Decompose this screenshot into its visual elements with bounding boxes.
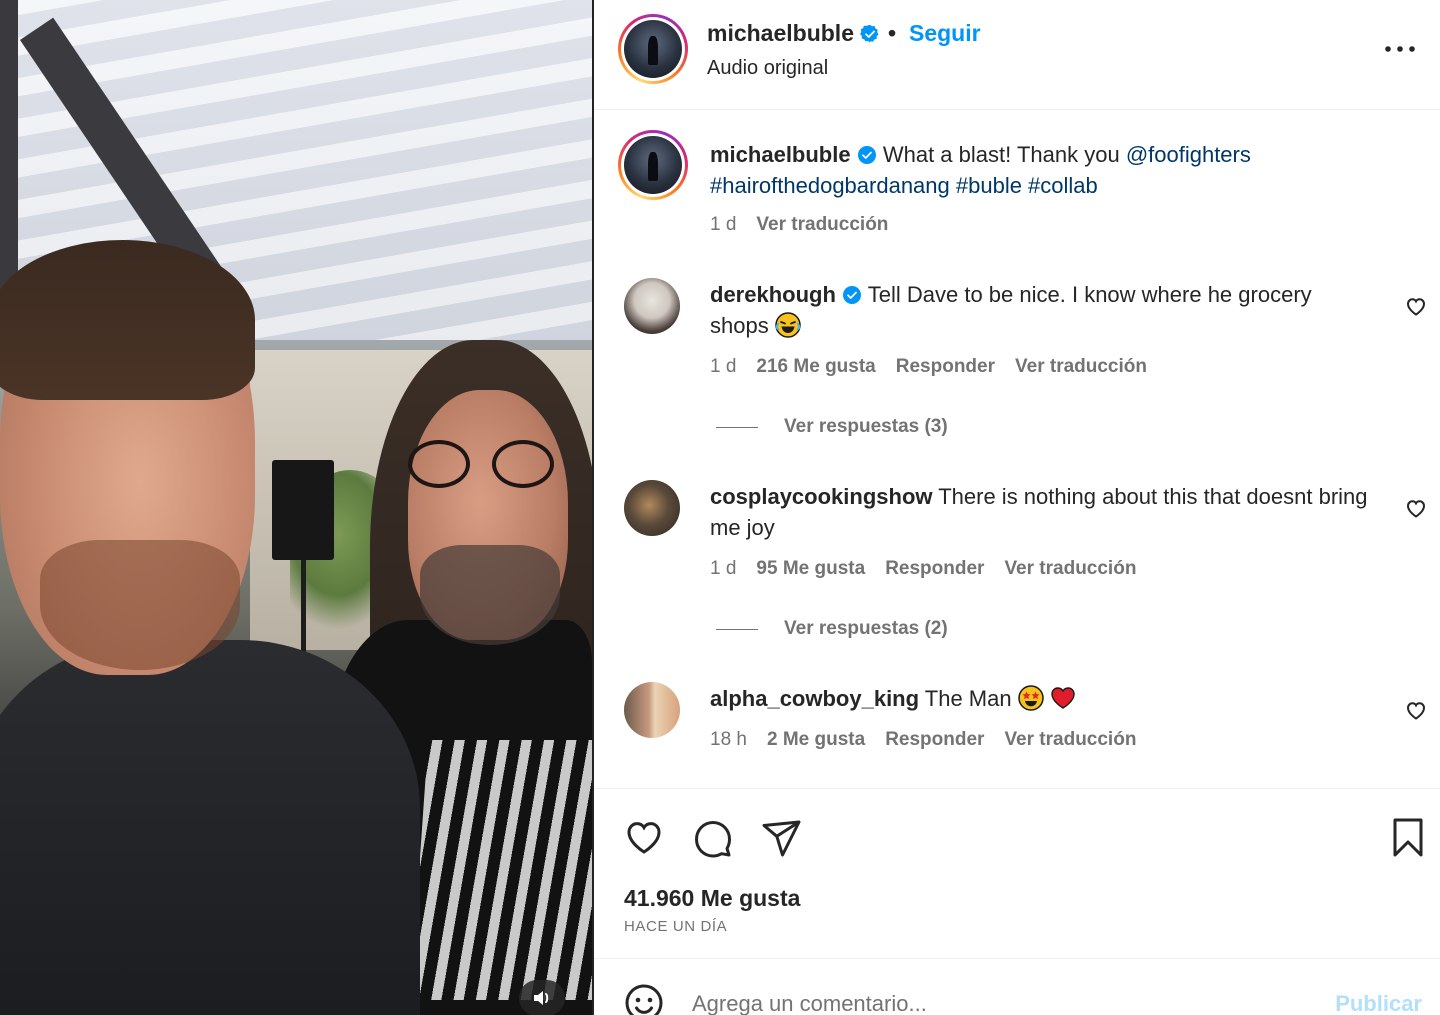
post-actions: 41.960 Me gusta HACE UN DÍA — [594, 788, 1440, 958]
audio-label[interactable]: Audio original — [707, 57, 828, 80]
verified-badge-icon — [860, 24, 879, 43]
caption-translate-link[interactable]: Ver traducción — [756, 214, 888, 236]
view-replies-button[interactable]: Ver respuestas (2) — [716, 618, 948, 640]
comment-reply-link[interactable]: Responder — [885, 729, 984, 751]
post-video[interactable] — [0, 0, 592, 1015]
comments-list[interactable]: michaelbuble What a blast! Thank you @fo… — [594, 110, 1440, 788]
audio-toggle-button[interactable] — [519, 980, 565, 1015]
comment-meta: 1 d 95 Me gusta Responder Ver traducción — [710, 558, 1136, 580]
view-replies-label[interactable]: Ver respuestas (2) — [784, 618, 948, 640]
replies-divider — [716, 628, 758, 630]
comment-likes[interactable]: 2 Me gusta — [767, 729, 865, 751]
comment-text-block: cosplaycookingshow There is nothing abou… — [710, 481, 1370, 543]
comment-username[interactable]: cosplaycookingshow — [710, 484, 933, 509]
comment-username[interactable]: derekhough — [710, 282, 836, 307]
comment-avatar[interactable] — [624, 278, 680, 334]
comment-reply-link[interactable]: Responder — [885, 558, 984, 580]
comment-avatar[interactable] — [624, 682, 680, 738]
like-comment-heart-icon[interactable] — [1404, 698, 1428, 722]
like-heart-icon[interactable] — [622, 815, 666, 859]
post-like-count[interactable]: 41.960 Me gusta — [624, 885, 800, 912]
caption-hashtags[interactable]: #hairofthedogbardanang #buble #collab — [710, 173, 1098, 198]
caption-username[interactable]: michaelbuble — [710, 142, 851, 167]
laughing-tears-emoji-icon — [775, 312, 801, 338]
more-options-button[interactable] — [1380, 28, 1420, 68]
speaker-icon — [534, 991, 549, 1005]
comment-username[interactable]: alpha_cowboy_king — [710, 686, 919, 711]
author-username-text[interactable]: michaelbuble — [707, 20, 854, 46]
comment-input[interactable] — [692, 989, 1302, 1015]
video-speaker — [272, 460, 334, 560]
comment-likes[interactable]: 95 Me gusta — [756, 558, 865, 580]
video-person-left-beard — [40, 540, 240, 670]
comment-text: The Man — [924, 686, 1012, 711]
comment-likes[interactable]: 216 Me gusta — [756, 356, 875, 378]
comment-reply-link[interactable]: Responder — [896, 356, 995, 378]
comment-meta: 1 d 216 Me gusta Responder Ver traducció… — [710, 356, 1147, 378]
video-shirt-print — [410, 740, 592, 1000]
caption-text-block: michaelbuble What a blast! Thank you @fo… — [710, 139, 1370, 201]
video-person-right-beard — [420, 545, 560, 645]
comment-avatar[interactable] — [624, 480, 680, 536]
comment-translate-link[interactable]: Ver traducción — [1004, 558, 1136, 580]
comment-bubble-icon[interactable] — [691, 815, 735, 859]
header-separator: • — [888, 20, 897, 46]
comment-time[interactable]: 1 d — [710, 558, 736, 580]
comment-text-block: derekhough Tell Dave to be nice. I know … — [710, 279, 1370, 341]
comment-time[interactable]: 18 h — [710, 729, 747, 751]
like-comment-heart-icon[interactable] — [1404, 496, 1428, 520]
view-replies-label[interactable]: Ver respuestas (3) — [784, 416, 948, 438]
comment-translate-link[interactable]: Ver traducción — [1015, 356, 1147, 378]
video-person-left-hair — [0, 240, 255, 400]
save-bookmark-icon[interactable] — [1386, 815, 1430, 859]
post-timestamp[interactable]: HACE UN DÍA — [624, 918, 727, 935]
caption-mention[interactable]: @foofighters — [1126, 142, 1251, 167]
video-person-left-shirt — [0, 640, 420, 1015]
more-icon — [1385, 46, 1415, 52]
caption-text: What a blast! Thank you — [882, 142, 1120, 167]
post-details-panel: michaelbuble • Seguir Audio original mic… — [592, 0, 1440, 1015]
caption-meta: 1 d Ver traducción — [710, 214, 888, 236]
follow-button[interactable]: Seguir — [909, 20, 981, 47]
star-eyes-emoji-icon — [1017, 685, 1044, 711]
caption-time[interactable]: 1 d — [710, 214, 736, 236]
view-replies-button[interactable]: Ver respuestas (3) — [716, 416, 948, 438]
video-beam — [0, 0, 18, 300]
publish-button[interactable]: Publicar — [1335, 991, 1422, 1015]
add-comment-bar: Publicar — [594, 958, 1440, 1015]
share-paper-plane-icon[interactable] — [760, 815, 804, 859]
verified-badge-icon — [843, 286, 862, 304]
caption-author-avatar[interactable] — [618, 130, 688, 200]
author-username[interactable]: michaelbuble — [707, 20, 880, 47]
author-avatar[interactable] — [618, 14, 688, 84]
like-comment-heart-icon[interactable] — [1404, 294, 1428, 318]
comment-translate-link[interactable]: Ver traducción — [1004, 729, 1136, 751]
video-person-right-glasses — [400, 440, 570, 490]
comment-text-block: alpha_cowboy_king The Man — [710, 683, 1370, 714]
post-header: michaelbuble • Seguir Audio original — [594, 0, 1440, 110]
comment-time[interactable]: 1 d — [710, 356, 736, 378]
red-heart-emoji-icon — [1051, 687, 1075, 709]
replies-divider — [716, 426, 758, 428]
verified-badge-icon — [857, 146, 876, 164]
comment-meta: 18 h 2 Me gusta Responder Ver traducción — [710, 729, 1136, 751]
emoji-picker-icon[interactable] — [624, 983, 664, 1015]
